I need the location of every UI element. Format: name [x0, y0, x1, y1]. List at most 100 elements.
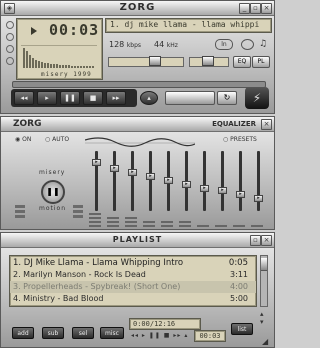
scrollbar-thumb[interactable]: [261, 258, 267, 271]
mono-stereo-indicator: ln: [215, 39, 233, 50]
close-button[interactable]: ×: [261, 3, 272, 14]
seek-bar[interactable]: [12, 81, 266, 88]
playlist-row-duration: 3:11: [230, 270, 248, 279]
clutterbar-button-o[interactable]: [6, 21, 14, 29]
playlist-row-title: 1. DJ Mike Llama - Llama Whipping Intro: [13, 258, 184, 268]
balance-knob[interactable]: [202, 56, 214, 66]
eq-band-knob[interactable]: ▸: [128, 169, 137, 176]
playlist-row-title: 2. Marilyn Manson - Rock Is Dead: [13, 270, 146, 279]
eq-level-bars: [89, 213, 263, 227]
playlist-row-title: 4. Ministry - Bad Blood: [13, 294, 104, 303]
khz-display: 44 kHz: [154, 40, 178, 49]
song-ticker[interactable]: 1. dj mike llama - llama whippi: [105, 18, 272, 33]
kbps-unit: kbps: [126, 42, 142, 49]
playlist-row-title: 3. Propellerheads - Spybreak! (Short One…: [13, 282, 181, 291]
eq-band-track: [113, 151, 116, 211]
shuffle-button[interactable]: [165, 91, 215, 105]
eq-band-track: [203, 151, 206, 211]
eq-band-track: [221, 151, 224, 211]
eq-band-track: [131, 151, 134, 211]
clutterbar-button-i[interactable]: [6, 45, 14, 53]
repeat-button[interactable]: ↻: [217, 91, 237, 105]
eq-band-knob[interactable]: ▸: [200, 185, 209, 192]
eq-band-knob[interactable]: ▸: [236, 191, 245, 198]
eq-side-panel: misery ❚❚ motion: [11, 155, 87, 225]
khz-value: 44: [154, 40, 165, 49]
eq-band-knob[interactable]: ▸: [164, 177, 173, 184]
eq-toggle-button[interactable]: EQ: [233, 56, 251, 68]
time-display[interactable]: 00:03 misery 1999: [16, 18, 103, 80]
pl-list-button[interactable]: list: [231, 323, 253, 335]
pause-button[interactable]: ❚❚: [60, 91, 80, 105]
pl-toggle-button[interactable]: PL: [252, 56, 270, 68]
scroll-down-icon[interactable]: ▾: [260, 318, 264, 326]
eq-band-6[interactable]: ▸: [182, 151, 191, 211]
khz-unit: kHz: [166, 42, 178, 49]
elapsed-time: 00:03: [49, 21, 100, 39]
eq-band-knob[interactable]: ▸: [254, 195, 263, 202]
eq-auto-toggle[interactable]: ○ AUTO: [45, 136, 69, 143]
resize-grip-icon[interactable]: ◢: [262, 337, 268, 346]
eq-title: ZORG: [13, 119, 42, 129]
pl-shade-button[interactable]: ▫: [250, 235, 261, 246]
player-titlebar[interactable]: ZORG ◈ _ ▫ ×: [1, 1, 274, 16]
playlist-titlebar[interactable]: PLAYLIST ▫ ×: [1, 233, 274, 248]
eq-on-toggle[interactable]: ◉ ON: [15, 136, 31, 143]
volume-slider[interactable]: [108, 56, 184, 67]
spectrum-bars: [23, 48, 94, 68]
menu-button[interactable]: ◈: [4, 3, 15, 14]
playlist-row-selected[interactable]: 3. Propellerheads - Spybreak! (Short One…: [10, 281, 256, 293]
pl-sel-button[interactable]: sel: [72, 327, 94, 339]
eq-band-4[interactable]: ▸: [146, 151, 155, 211]
clutterbar-button-a[interactable]: [6, 33, 14, 41]
eq-band-knob[interactable]: ▸: [182, 181, 191, 188]
eq-band-knob[interactable]: ▸: [92, 159, 101, 166]
shade-button[interactable]: ▫: [250, 3, 261, 14]
eq-band-9[interactable]: ▸: [236, 151, 245, 211]
player-title: ZORG: [119, 2, 156, 13]
pl-sub-button[interactable]: sub: [42, 327, 64, 339]
eq-band-knob[interactable]: ▸: [110, 165, 119, 172]
eq-band-8[interactable]: ▸: [218, 151, 227, 211]
eq-band-7[interactable]: ▸: [200, 151, 209, 211]
playlist-row-duration: 5:00: [230, 294, 248, 303]
playlist-row-duration: 0:05: [228, 258, 248, 268]
spectrum-visualizer[interactable]: [21, 45, 97, 68]
playlist-row[interactable]: 2. Marilyn Manson - Rock Is Dead 3:11: [10, 269, 256, 281]
eq-bands: ▸ ▸ ▸ ▸ ▸ ▸ ▸ ▸ ▸ ▸: [89, 117, 269, 231]
playlist-scrollbar[interactable]: [260, 255, 268, 307]
pl-misc-button[interactable]: misc: [100, 327, 124, 339]
eq-band-2[interactable]: ▸: [110, 151, 119, 211]
pl-time-current: 00:03: [194, 330, 226, 342]
eq-band-10[interactable]: ▸: [254, 151, 263, 211]
pl-close-button[interactable]: ×: [261, 235, 272, 246]
pl-time-total: 0:00/12:16: [129, 318, 201, 330]
eq-band-knob[interactable]: ▸: [146, 173, 155, 180]
scroll-up-icon[interactable]: ▴: [260, 310, 264, 318]
eq-band-1[interactable]: ▸: [92, 151, 101, 211]
sound-icon: ♫: [259, 39, 268, 49]
next-button[interactable]: ▸▸: [106, 91, 126, 105]
playlist-row[interactable]: 4. Ministry - Bad Blood 5:00: [10, 293, 256, 305]
logo-icon[interactable]: ⚡: [245, 87, 269, 109]
prev-button[interactable]: ◂◂: [14, 91, 34, 105]
stereo-icon: [241, 39, 254, 50]
eq-band-5[interactable]: ▸: [164, 151, 173, 211]
playlist-row[interactable]: 1. DJ Mike Llama - Llama Whipping Intro …: [10, 257, 256, 269]
playlist-list[interactable]: 1. DJ Mike Llama - Llama Whipping Intro …: [9, 255, 257, 307]
eq-band-track: [239, 151, 242, 211]
eq-band-track: [149, 151, 152, 211]
play-button[interactable]: ▸: [37, 91, 57, 105]
eq-band-3[interactable]: ▸: [128, 151, 137, 211]
playlist-title: PLAYLIST: [112, 235, 163, 244]
pl-add-button[interactable]: add: [12, 327, 34, 339]
pl-mini-transport[interactable]: ◂◂ ▸ ❚❚ ■ ▸▸ ▴: [131, 332, 188, 339]
eject-button[interactable]: ▴: [140, 91, 158, 105]
eq-band-knob[interactable]: ▸: [218, 187, 227, 194]
volume-knob[interactable]: [149, 56, 161, 66]
balance-slider[interactable]: [189, 56, 229, 67]
minimize-button[interactable]: _: [239, 3, 250, 14]
clutterbar-button-d[interactable]: [6, 57, 14, 65]
stop-button[interactable]: ■: [83, 91, 103, 105]
status-strip: [6, 21, 14, 77]
